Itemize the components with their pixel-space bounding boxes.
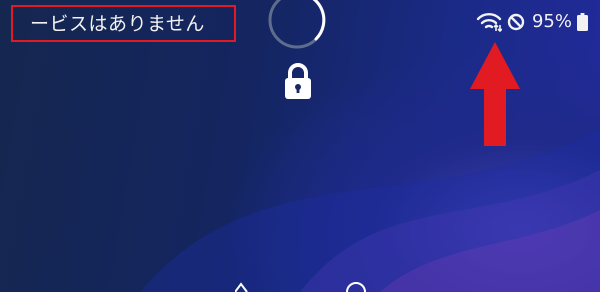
annotation-highlight-box bbox=[11, 5, 236, 42]
lock-icon[interactable] bbox=[281, 62, 315, 102]
battery-percent: 95% bbox=[531, 11, 572, 32]
lock-screen: ービスはありません 95% bbox=[0, 0, 600, 292]
wifi-icon bbox=[476, 12, 502, 32]
battery-icon bbox=[577, 12, 588, 31]
bottom-shortcut-hint bbox=[235, 282, 366, 292]
status-icons-group: 95% bbox=[476, 11, 588, 32]
annotation-arrow-up bbox=[470, 42, 520, 146]
no-entry-icon bbox=[507, 13, 525, 30]
fingerprint-ring-icon[interactable] bbox=[266, 0, 328, 52]
